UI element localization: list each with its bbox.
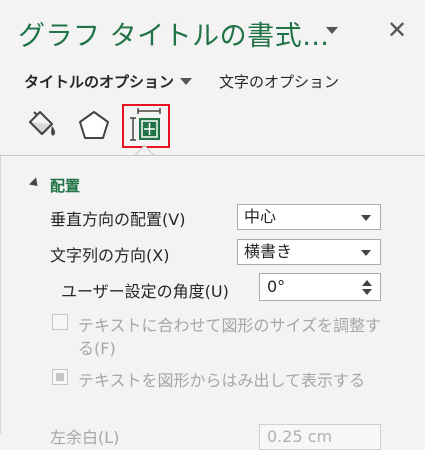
spin-up-icon[interactable] xyxy=(362,280,372,286)
divider xyxy=(0,156,1,434)
overflow-checkbox[interactable] xyxy=(52,369,68,385)
autofit-label: テキストに合わせて図形のサイズを調整す xyxy=(78,316,382,335)
divider xyxy=(0,155,425,156)
close-icon[interactable]: ✕ xyxy=(385,18,409,42)
tab-text-options[interactable]: 文字のオプション xyxy=(219,71,339,92)
text-direction-label: 文字列の方向(X) xyxy=(50,246,170,265)
custom-angle-value: 0° xyxy=(267,277,286,296)
left-margin-field[interactable]: 0.25 cm xyxy=(259,424,381,450)
pane-options-dropdown-icon[interactable] xyxy=(326,27,338,34)
pentagon-effects-icon xyxy=(79,111,109,139)
autofit-checkbox[interactable] xyxy=(52,314,68,330)
spin-down-icon[interactable] xyxy=(362,289,372,295)
chevron-down-icon[interactable] xyxy=(180,78,192,85)
vertical-alignment-label: 垂直方向の配置(V) xyxy=(50,210,186,229)
size-properties-icon xyxy=(130,108,161,141)
pane-title: グラフ タイトルの書式… xyxy=(18,21,330,52)
format-chart-title-pane: グラフ タイトルの書式… ✕ タイトルのオプション 文字のオプション 配置 垂直… xyxy=(0,0,425,450)
custom-angle-stepper[interactable]: 0° xyxy=(259,273,381,301)
text-direction-select[interactable]: 横書き xyxy=(237,239,381,265)
chevron-down-icon xyxy=(361,215,371,221)
size-properties-button[interactable] xyxy=(122,104,170,148)
overflow-label: テキストを図形からはみ出して表示する xyxy=(78,371,366,390)
effects-button[interactable] xyxy=(72,104,116,148)
section-header-alignment[interactable]: 配置 xyxy=(50,175,80,196)
left-margin-label: 左余白(L) xyxy=(50,428,120,447)
chevron-down-icon xyxy=(361,250,371,256)
fill-line-button[interactable] xyxy=(20,104,64,148)
tab-title-options[interactable]: タイトルのオプション xyxy=(24,71,174,92)
collapse-caret-icon[interactable] xyxy=(28,177,42,190)
vertical-alignment-select[interactable]: 中心 xyxy=(237,204,381,230)
fill-bucket-icon xyxy=(29,111,56,136)
custom-angle-label: ユーザー設定の角度(U) xyxy=(61,282,229,301)
autofit-label-line2: る(F) xyxy=(78,339,116,358)
text-direction-value: 横書き xyxy=(244,242,293,261)
vertical-alignment-value: 中心 xyxy=(244,207,277,226)
